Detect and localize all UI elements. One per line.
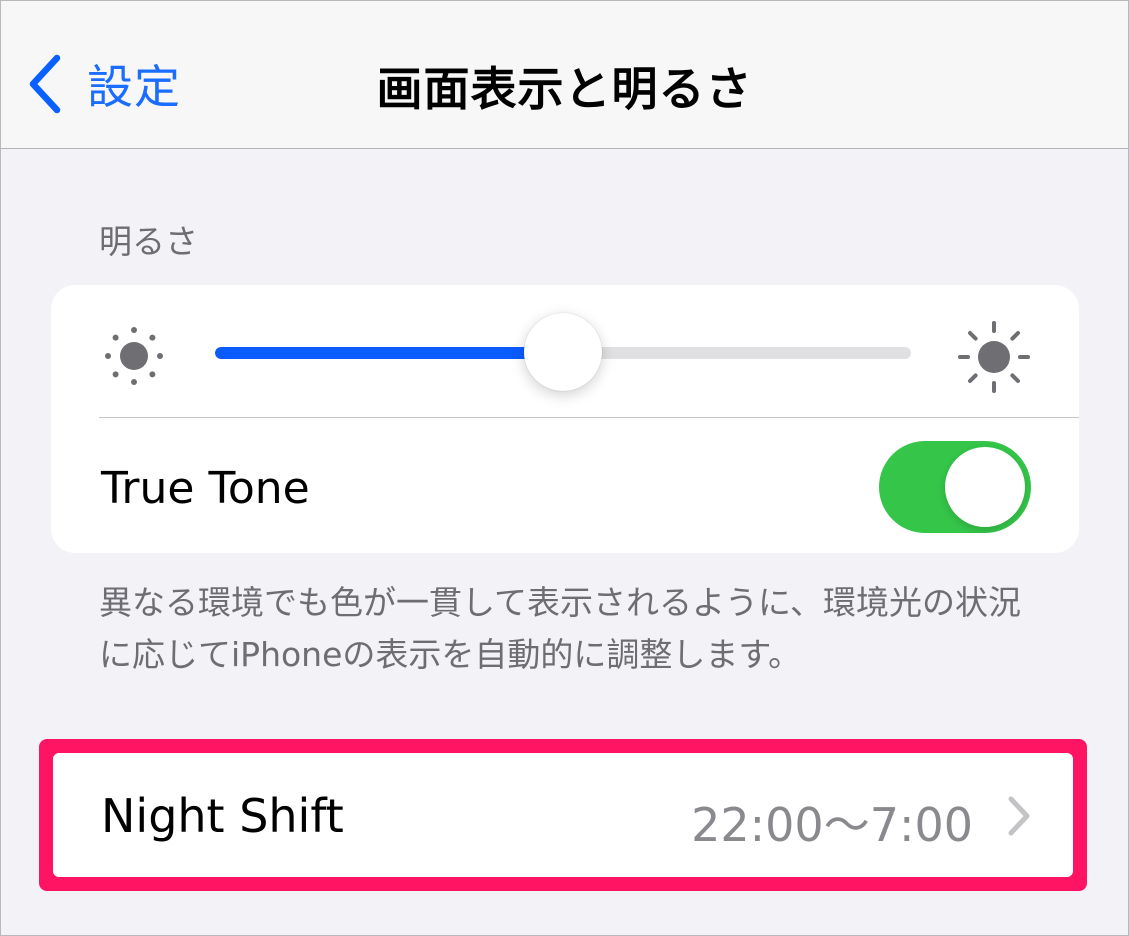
settings-screen: 設定 画面表示と明るさ 明るさ True Tone 異なる環境でも色が一貫して表… (0, 0, 1129, 936)
true-tone-toggle[interactable] (879, 441, 1031, 533)
true-tone-label: True Tone (101, 463, 310, 514)
toggle-knob (945, 447, 1025, 527)
page-title: 画面表示と明るさ (376, 62, 753, 116)
sun-large-icon (956, 319, 1032, 399)
brightness-card: True Tone (51, 285, 1079, 553)
brightness-slider[interactable] (215, 309, 913, 395)
sun-small-icon (99, 321, 169, 395)
true-tone-description: 異なる環境でも色が一貫して表示されるように、環境光の状況に応じてiPhoneの表… (99, 583, 1022, 674)
night-shift-schedule: 22:00〜7:00 (691, 798, 973, 852)
night-shift-label: Night Shift (101, 789, 344, 843)
slider-fill (215, 347, 563, 359)
brightness-section-header: 明るさ (99, 222, 198, 261)
navigation-bar: 設定 画面表示と明るさ (1, 1, 1128, 149)
card-divider (99, 417, 1079, 418)
chevron-right-icon (1007, 795, 1031, 841)
slider-thumb[interactable] (524, 313, 602, 391)
night-shift-row[interactable]: Night Shift 22:00〜7:00 (53, 753, 1073, 877)
